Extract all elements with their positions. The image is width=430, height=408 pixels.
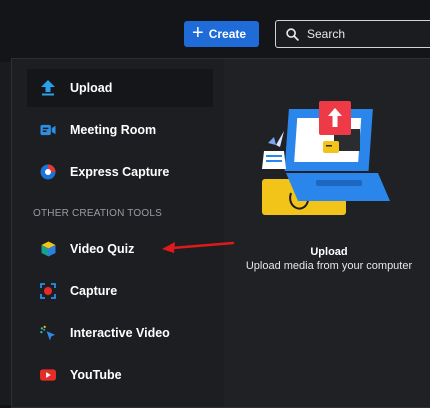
preview-description: Upload media from your computer [245, 260, 413, 272]
menu-item-interactive-video[interactable]: Interactive Video [27, 314, 213, 352]
menu-item-label: Video Quiz [70, 242, 135, 256]
menu-item-label: Capture [70, 284, 118, 298]
video-quiz-cube-icon [40, 241, 56, 257]
menu-item-label: YouTube [70, 368, 122, 382]
upload-arrow-icon [40, 80, 56, 96]
create-menu: Upload Meeting Room Express Capture OTHE… [12, 59, 224, 407]
capture-record-icon [40, 283, 56, 299]
create-button-label: Create [208, 27, 247, 41]
menu-item-youtube[interactable]: YouTube [27, 356, 213, 394]
menu-item-capture[interactable]: Capture [27, 272, 213, 310]
menu-item-express-capture[interactable]: Express Capture [27, 153, 213, 191]
menu-item-upload[interactable]: Upload [27, 69, 213, 107]
menu-item-label: Express Capture [70, 165, 170, 179]
search-input[interactable] [307, 27, 417, 41]
express-capture-icon [40, 164, 56, 180]
section-label-other-tools: OTHER CREATION TOOLS [33, 208, 163, 219]
menu-item-label: Meeting Room [70, 123, 157, 137]
youtube-icon [40, 367, 56, 383]
annotation-arrow [162, 241, 235, 253]
create-button[interactable]: + Create [184, 21, 259, 47]
menu-item-label: Interactive Video [70, 326, 170, 340]
meeting-camera-icon [40, 122, 56, 138]
upload-illustration [262, 101, 390, 215]
plus-icon: + [192, 22, 204, 44]
menu-item-meeting-room[interactable]: Meeting Room [27, 111, 213, 149]
search-box[interactable] [275, 20, 430, 48]
search-icon [286, 27, 299, 41]
preview-title: Upload [310, 246, 348, 258]
interactive-cursor-icon [40, 325, 56, 341]
page-background-edge [0, 62, 11, 405]
menu-item-label: Upload [70, 81, 113, 95]
